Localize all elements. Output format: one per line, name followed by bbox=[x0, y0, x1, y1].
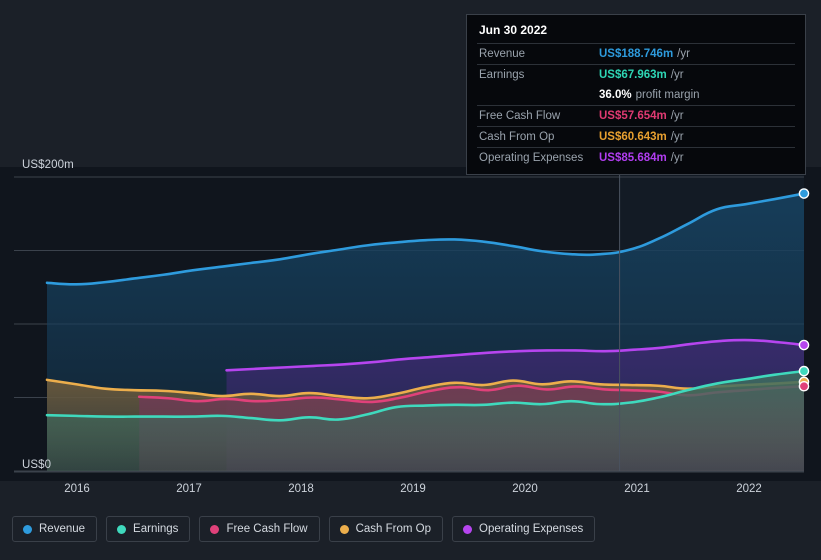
x-axis-tick-2022: 2022 bbox=[736, 483, 762, 495]
tooltip-row-value: US$57.654m bbox=[599, 110, 667, 122]
y-axis-zero-label: US$0 bbox=[22, 459, 52, 471]
tooltip-row-unit: /yr bbox=[670, 110, 684, 122]
tooltip-panel: Jun 30 2022 Revenue US$188.746m/yr Earning… bbox=[466, 14, 806, 175]
x-axis-tick-2016: 2016 bbox=[64, 483, 90, 495]
tooltip-row: Cash From Op US$60.643m/yr bbox=[477, 126, 795, 147]
tooltip-row-value: US$67.963m bbox=[599, 69, 667, 81]
legend-dot-icon bbox=[117, 524, 127, 534]
chart-legend: Revenue Earnings Free Cash Flow Cash From O… bbox=[12, 516, 596, 542]
tooltip-row-unit: /yr bbox=[670, 131, 684, 143]
y-axis-top-label: US$200m bbox=[22, 159, 74, 171]
legend-dot-icon bbox=[339, 524, 349, 534]
x-axis-tick-2019: 2019 bbox=[400, 483, 426, 495]
tooltip-row-value: US$60.643m bbox=[599, 131, 667, 143]
endpoint-marker-revenue bbox=[798, 188, 810, 199]
legend-item-label: Earnings bbox=[133, 523, 179, 535]
tooltip-row-value: US$85.684m bbox=[599, 152, 667, 164]
x-axis-tick-2017: 2017 bbox=[176, 483, 202, 495]
tooltip-row-label: Revenue bbox=[479, 48, 526, 60]
tooltip-row-label: Cash From Op bbox=[479, 131, 555, 143]
legend-item-revenue[interactable]: Revenue bbox=[12, 516, 98, 542]
endpoint-marker-free-cash-flow bbox=[798, 380, 810, 392]
tooltip-row-value: 36.0% bbox=[599, 89, 632, 101]
tooltip-row: Earnings US$67.963m/yr bbox=[477, 64, 795, 85]
tooltip-row-label: Operating Expenses bbox=[479, 152, 584, 164]
legend-item-operating-expenses[interactable]: Operating Expenses bbox=[452, 516, 596, 542]
legend-item-cash-from-op[interactable]: Cash From Op bbox=[328, 516, 444, 542]
x-axis: 2016 2017 2018 2019 2020 2021 2022 bbox=[0, 483, 821, 501]
legend-item-label: Revenue bbox=[39, 523, 86, 535]
legend-dot-icon bbox=[210, 524, 220, 534]
legend-item-earnings[interactable]: Earnings bbox=[106, 516, 191, 542]
endpoint-marker-operating-expenses bbox=[798, 339, 810, 351]
tooltip-rows: Revenue US$188.746m/yr Earnings US$67.963m /… bbox=[477, 43, 795, 168]
tooltip-row: 36.0% profit margin bbox=[477, 85, 795, 105]
tooltip-row-unit: /yr bbox=[677, 48, 690, 60]
tooltip-row-value: US$188.746m bbox=[599, 48, 674, 60]
legend-dot-icon bbox=[463, 524, 473, 534]
legend-dot-icon bbox=[23, 524, 32, 534]
x-axis-tick-2018: 2018 bbox=[288, 483, 314, 495]
legend-item-label: Free Cash Flow bbox=[226, 523, 308, 535]
endpoint-marker-earnings bbox=[798, 365, 810, 377]
tooltip-row-unit: profit margin bbox=[635, 89, 700, 101]
legend-item-free-cash-flow[interactable]: Free Cash Flow bbox=[199, 516, 320, 542]
x-axis-tick-2020: 2020 bbox=[512, 483, 538, 495]
legend-item-label: Cash From Op bbox=[355, 523, 432, 535]
tooltip-row-label: Earnings bbox=[479, 69, 525, 81]
legend-item-label: Operating Expenses bbox=[479, 523, 584, 535]
tooltip-row-unit: /yr bbox=[670, 152, 684, 164]
x-axis-tick-2021: 2021 bbox=[624, 483, 650, 495]
tooltip-row: Operating Expenses US$85.684m/yr bbox=[477, 147, 795, 168]
tooltip-title: Jun 30 2022 bbox=[479, 23, 548, 37]
tooltip-row: Free Cash Flow US$57.654m/yr bbox=[477, 105, 795, 126]
tooltip-row: Revenue US$188.746m/yr bbox=[477, 43, 795, 64]
tooltip-row-unit: /yr bbox=[670, 69, 684, 81]
tooltip-row-label: Free Cash Flow bbox=[479, 110, 561, 122]
